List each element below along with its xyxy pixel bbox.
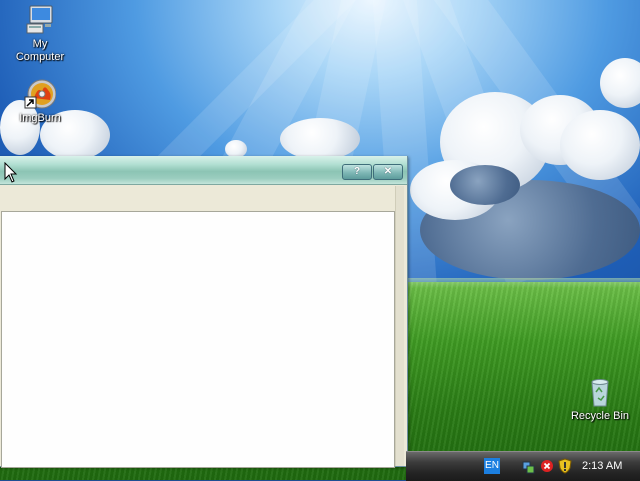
computer-icon bbox=[24, 4, 56, 36]
application-window: ? ✕ bbox=[0, 156, 408, 468]
recycle-bin-icon bbox=[584, 376, 616, 408]
window-menu-area bbox=[0, 185, 407, 209]
window-border bbox=[395, 186, 404, 466]
mouse-cursor-icon bbox=[4, 161, 18, 184]
language-indicator[interactable]: EN bbox=[484, 458, 500, 474]
desktop-icon-label: ImgBurn bbox=[19, 112, 61, 124]
window-titlebar[interactable]: ? ✕ bbox=[0, 156, 407, 185]
network-icon[interactable] bbox=[522, 458, 536, 474]
desktop-icon-recycle-bin[interactable]: Recycle Bin bbox=[564, 376, 636, 423]
desktop-icon-label: My Computer bbox=[15, 38, 65, 63]
error-icon[interactable] bbox=[540, 458, 554, 474]
taskbar: EN 2:13 AM bbox=[406, 451, 640, 481]
close-button[interactable]: ✕ bbox=[373, 164, 403, 180]
security-shield-icon[interactable] bbox=[558, 458, 572, 474]
imgburn-icon bbox=[24, 78, 57, 110]
desktop-icon-my-computer[interactable]: My Computer bbox=[4, 4, 76, 64]
help-button[interactable]: ? bbox=[342, 164, 372, 180]
taskbar-clock[interactable]: 2:13 AM bbox=[582, 459, 622, 473]
window-content-area[interactable] bbox=[1, 211, 395, 468]
desktop-icon-imgburn[interactable]: ImgBurn bbox=[4, 78, 76, 125]
desktop-icon-label: Recycle Bin bbox=[570, 410, 630, 422]
